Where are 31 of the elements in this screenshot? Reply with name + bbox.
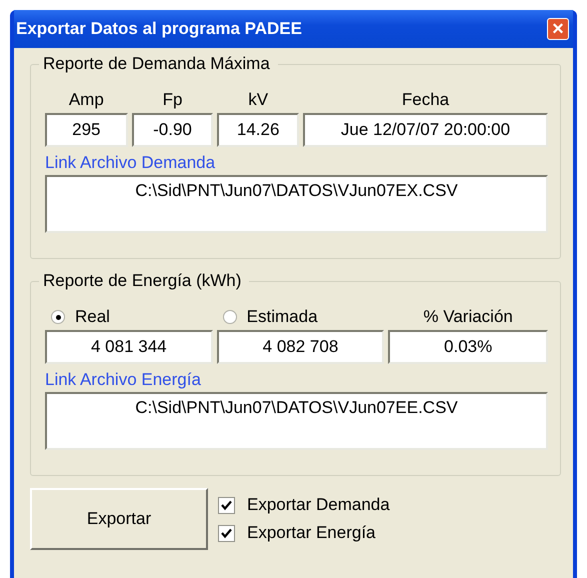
- checkbox-label: Exportar Energía: [247, 523, 376, 543]
- check-icon: [221, 528, 232, 538]
- path-field[interactable]: C:\Sid\PNT\Jun07\DATOS\VJun07EX.CSV: [45, 175, 548, 233]
- export-button[interactable]: Exportar: [30, 488, 208, 550]
- field-label: % Variación: [423, 307, 513, 327]
- value-field[interactable]: 4 082 708: [216, 330, 384, 364]
- checkbox[interactable]: [218, 524, 235, 542]
- link-label: Link Archivo Demanda: [45, 152, 216, 174]
- field-label: Amp: [68, 89, 105, 111]
- radio-button[interactable]: [51, 310, 65, 324]
- radio-label: Estimada: [246, 307, 318, 327]
- link-label: Link Archivo Energía: [45, 369, 202, 391]
- checkbox[interactable]: [218, 496, 235, 514]
- radio-label: Real: [75, 307, 110, 327]
- group-title: Reporte de Energía (kWh): [39, 271, 250, 291]
- value-field[interactable]: 4 081 344: [45, 330, 213, 364]
- checkbox-label: Exportar Demanda: [247, 495, 390, 515]
- field-label: kV: [247, 89, 270, 111]
- value-field[interactable]: 0.03%: [388, 330, 548, 364]
- check-icon: [221, 500, 232, 510]
- radio-button[interactable]: [222, 310, 237, 324]
- close-button[interactable]: ×: [547, 18, 569, 40]
- window-title: Exportar Datos al programa PADEE: [16, 19, 302, 39]
- field-label: Fecha: [400, 89, 450, 111]
- path-field[interactable]: C:\Sid\PNT\Jun07\DATOS\VJun07EE.CSV: [45, 392, 548, 450]
- value-field[interactable]: -0.90: [132, 113, 214, 147]
- value-field[interactable]: 14.26: [217, 113, 299, 147]
- value-field[interactable]: 295: [45, 113, 128, 147]
- group-title: Reporte de Demanda Máxima: [39, 54, 278, 74]
- field-label: Fp: [162, 89, 184, 111]
- value-field[interactable]: Jue 12/07/07 20:00:00: [303, 113, 548, 147]
